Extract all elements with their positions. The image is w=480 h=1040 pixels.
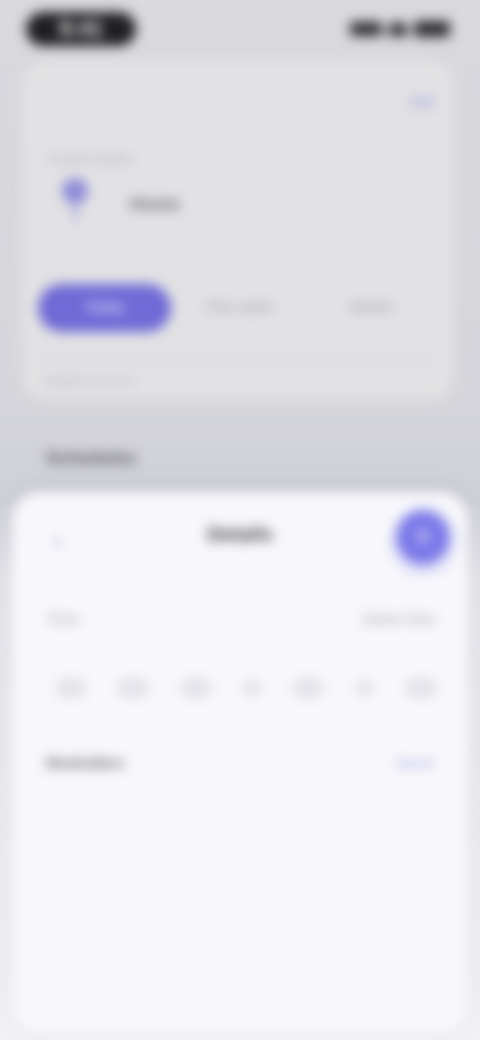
day-chip[interactable] bbox=[118, 678, 149, 698]
location-caption: Current location bbox=[48, 152, 133, 166]
update-status: Updated just now bbox=[42, 374, 135, 388]
day-chip[interactable] bbox=[180, 678, 211, 698]
day-selector bbox=[56, 670, 436, 706]
edit-link[interactable]: Edit bbox=[410, 94, 434, 110]
day-chip[interactable] bbox=[56, 678, 86, 698]
day-chip[interactable] bbox=[242, 679, 261, 697]
screen-root: 9:41 Edit Current location ⌄ Home Today … bbox=[0, 0, 480, 1040]
status-icons bbox=[350, 20, 450, 38]
location-name[interactable]: Home bbox=[130, 194, 180, 215]
status-time: 9:41 bbox=[26, 12, 136, 46]
details-sheet: ‹ Details + Time Select time Reminders N… bbox=[12, 492, 468, 1032]
reminders-label: Reminders bbox=[46, 754, 124, 772]
time-label: Time bbox=[46, 610, 79, 628]
day-chip[interactable] bbox=[355, 679, 374, 697]
location-card: Edit Current location ⌄ Home Today This … bbox=[22, 60, 454, 400]
signal-icon bbox=[350, 22, 382, 36]
segment-today[interactable]: Today bbox=[38, 284, 172, 332]
segment-this-week[interactable]: This week bbox=[171, 284, 304, 332]
period-segmented-control: Today This week Month bbox=[38, 282, 438, 334]
location-pin-icon bbox=[62, 178, 88, 224]
day-chip[interactable] bbox=[405, 678, 436, 698]
time-row[interactable]: Time Select time bbox=[46, 604, 436, 634]
divider bbox=[38, 360, 438, 362]
wifi-icon bbox=[388, 22, 408, 36]
battery-icon bbox=[414, 21, 450, 37]
status-bar: 9:41 bbox=[0, 0, 480, 60]
chevron-down-icon[interactable]: ⌄ bbox=[420, 152, 432, 169]
reminders-row[interactable]: Reminders Never bbox=[46, 748, 436, 778]
time-value[interactable]: Select time bbox=[362, 611, 436, 628]
add-button[interactable]: + bbox=[396, 510, 450, 564]
section-heading: Schedules bbox=[46, 448, 137, 468]
segment-month[interactable]: Month bbox=[305, 284, 438, 332]
day-chip[interactable] bbox=[293, 678, 324, 698]
reminders-value[interactable]: Never bbox=[396, 755, 436, 772]
